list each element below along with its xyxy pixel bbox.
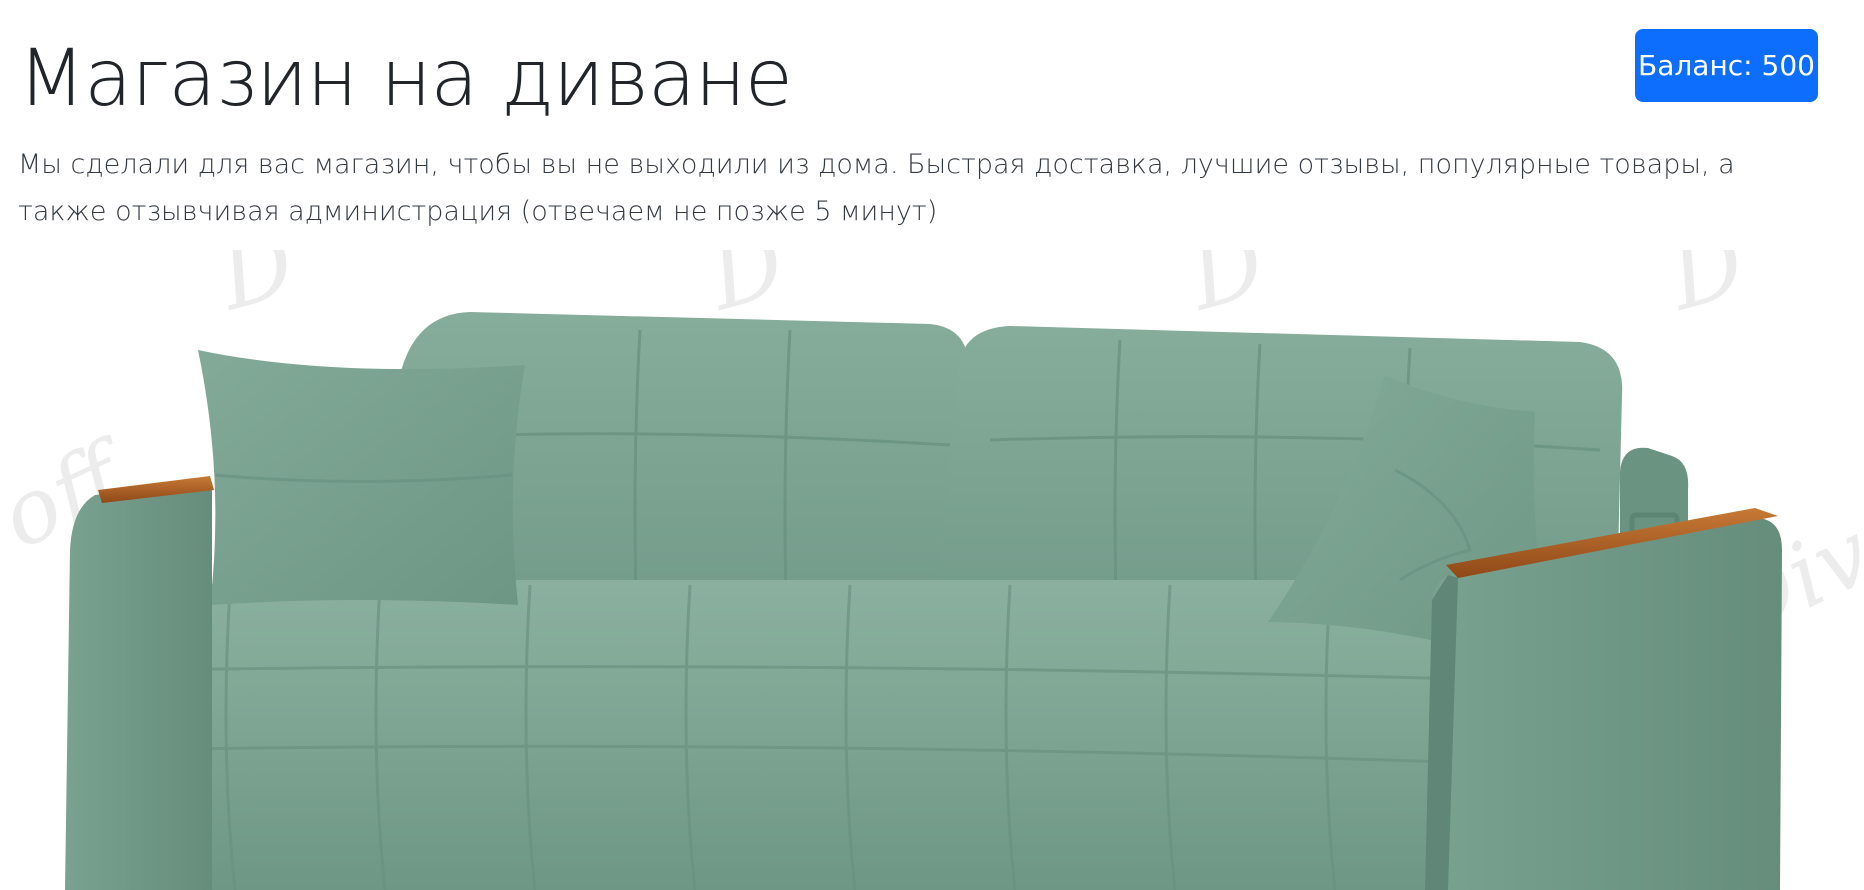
page-title: Магазин на диване — [18, 34, 793, 124]
sofa-illustration: D D D D off Diva — [0, 250, 1864, 890]
svg-text:D: D — [1177, 250, 1276, 332]
intro-text: Мы сделали для вас магазин, чтобы вы не … — [18, 149, 1735, 227]
svg-text:D: D — [207, 250, 306, 332]
balance-button[interactable]: Баланс: 500 — [1635, 29, 1818, 102]
svg-text:D: D — [1657, 250, 1756, 332]
hero-sofa-image: D D D D off Diva — [0, 250, 1864, 890]
